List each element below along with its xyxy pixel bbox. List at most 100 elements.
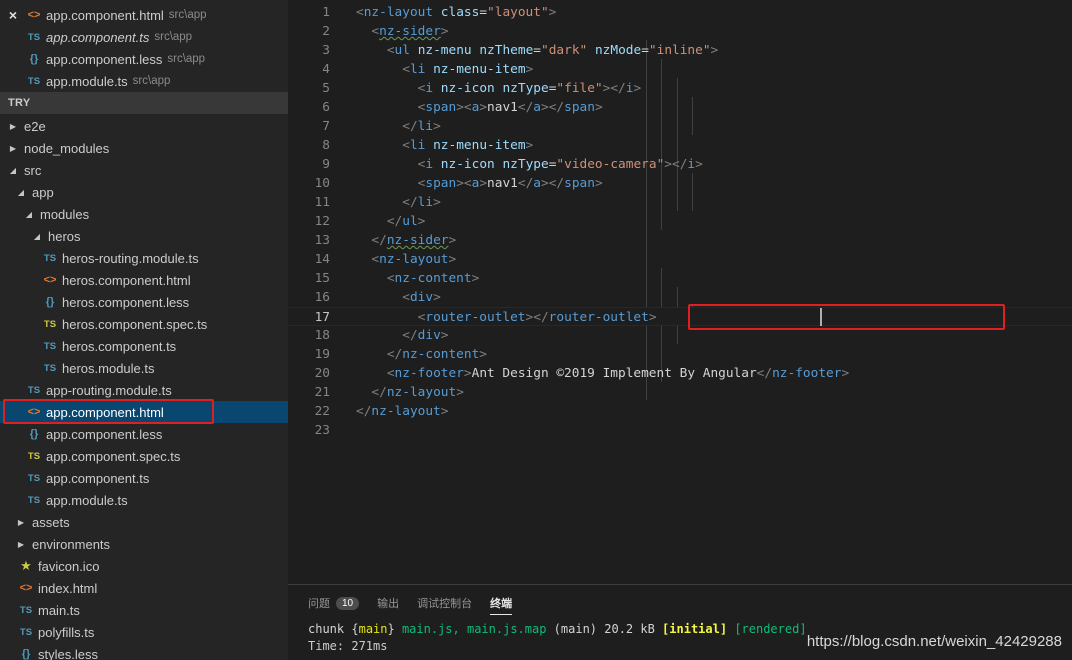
code-line[interactable]: 5 <i nz-icon nzType="file"></i>	[288, 79, 1072, 98]
code-token: >	[594, 100, 603, 115]
open-editor-item[interactable]: × <> app.component.html src\app	[0, 4, 288, 26]
ts-file-icon: TS	[19, 604, 33, 616]
open-editor-item[interactable]: {} app.component.less src\app	[0, 48, 288, 70]
code-token: nz-sider	[386, 233, 449, 248]
tree-file[interactable]: TS heros.module.ts	[0, 357, 288, 379]
tree-file[interactable]: <> index.html	[0, 577, 288, 599]
tree-file[interactable]: TS app-routing.module.ts	[0, 379, 288, 401]
panel-tab[interactable]: 问题 10	[308, 595, 360, 611]
tree-folder[interactable]: ▶ assets	[0, 511, 288, 533]
tree-file[interactable]: TS app.component.spec.ts	[0, 445, 288, 467]
chevron-down-icon[interactable]: ◢	[24, 210, 34, 219]
tree-file[interactable]: TS app.module.ts	[0, 489, 288, 511]
code-line[interactable]: 6 <span><a>nav1</a></span>	[288, 98, 1072, 117]
code-text: <nz-sider>	[356, 22, 448, 41]
code-line[interactable]: 3 <ul nz-menu nzTheme="dark" nzMode="inl…	[288, 41, 1072, 60]
panel-tab[interactable]: 调试控制台	[417, 595, 472, 611]
code-line[interactable]: 7 </li>	[288, 117, 1072, 136]
code-token: span	[425, 100, 457, 115]
code-line[interactable]: 20 <nz-footer>Ant Design ©2019 Implement…	[288, 364, 1072, 383]
code-text: <span><a>nav1</a></span>	[356, 98, 603, 117]
code-line[interactable]: 22 </nz-layout>	[288, 402, 1072, 421]
code-token: >	[433, 290, 441, 305]
tree-file[interactable]: TS heros.component.spec.ts	[0, 313, 288, 335]
tree-folder[interactable]: ◢ heros	[0, 225, 288, 247]
code-token: ></	[525, 310, 549, 325]
chevron-right-icon[interactable]: ▶	[8, 122, 18, 131]
code-token: </	[517, 176, 534, 191]
code-line[interactable]: 23	[288, 421, 1072, 440]
code-token: >	[440, 404, 449, 419]
code-token: >	[433, 195, 441, 210]
code-line[interactable]: 12 </ul>	[288, 212, 1072, 231]
chevron-down-icon[interactable]: ◢	[32, 232, 42, 241]
code-line[interactable]: 19 </nz-content>	[288, 345, 1072, 364]
tree-file[interactable]: {} styles.less	[0, 643, 288, 660]
code-token: <	[386, 43, 395, 58]
code-token: router-outlet	[548, 310, 649, 325]
chevron-down-icon[interactable]: ◢	[8, 166, 18, 175]
tree-folder[interactable]: ◢ app	[0, 181, 288, 203]
code-line[interactable]: 8 <li nz-menu-item>	[288, 136, 1072, 155]
code-token: >	[448, 252, 457, 267]
code-line[interactable]: 2 <nz-sider>	[288, 22, 1072, 41]
code-line[interactable]: 10 <span><a>nav1</a></span>	[288, 174, 1072, 193]
line-number: 11	[314, 195, 330, 210]
explorer-section-header[interactable]: TRY	[0, 92, 288, 114]
code-token: >	[525, 138, 534, 153]
tree-file[interactable]: TS polyfills.ts	[0, 621, 288, 643]
code-token: >	[710, 43, 719, 58]
less-file-icon: {}	[45, 296, 55, 308]
code-line[interactable]: 15 <nz-content>	[288, 269, 1072, 288]
tree-folder[interactable]: ▶ e2e	[0, 115, 288, 137]
line-number: 14	[314, 252, 330, 267]
tree-file[interactable]: TS app.component.ts	[0, 467, 288, 489]
code-line[interactable]: 21 </nz-layout>	[288, 383, 1072, 402]
chevron-right-icon[interactable]: ▶	[8, 144, 18, 153]
chevron-right-icon[interactable]: ▶	[16, 518, 26, 527]
code-line[interactable]: 13 </nz-sider>	[288, 231, 1072, 250]
code-token: >	[479, 347, 488, 362]
code-line[interactable]: 1 <nz-layout class="layout">	[288, 3, 1072, 22]
code-line[interactable]: 11 </li>	[288, 193, 1072, 212]
tree-folder[interactable]: ◢ src	[0, 159, 288, 181]
tree-file[interactable]: {} heros.component.less	[0, 291, 288, 313]
highlight-box	[688, 304, 1005, 330]
open-editor-item[interactable]: TS app.module.ts src\app	[0, 70, 288, 92]
tree-folder[interactable]: ◢ modules	[0, 203, 288, 225]
chevron-right-icon[interactable]: ▶	[16, 540, 26, 549]
tree-file[interactable]: TS heros-routing.module.ts	[0, 247, 288, 269]
code-text: <nz-layout>	[356, 250, 456, 269]
code-editor[interactable]: 1 <nz-layout class="layout"> 2 <nz-sider> 3…	[288, 0, 1072, 584]
code-line[interactable]: 14 <nz-layout>	[288, 250, 1072, 269]
tree-file[interactable]: ★ favicon.ico	[0, 555, 288, 577]
line-number: 21	[314, 385, 330, 400]
panel-tab[interactable]: 输出	[377, 595, 399, 611]
tree-file[interactable]: <> app.component.html	[0, 401, 288, 423]
code-token: nz-layout	[379, 252, 449, 267]
panel-tab[interactable]: 终端	[490, 595, 513, 615]
close-icon[interactable]: ×	[0, 7, 26, 23]
tree-file[interactable]: <> heros.component.html	[0, 269, 288, 291]
code-line[interactable]: 9 <i nz-icon nzType="video-camera"></i>	[288, 155, 1072, 174]
code-line[interactable]: 4 <li nz-menu-item>	[288, 60, 1072, 79]
code-text: </li>	[356, 193, 441, 212]
tree-folder[interactable]: ▶ environments	[0, 533, 288, 555]
code-text: </nz-content>	[356, 345, 487, 364]
favicon-icon: ★	[20, 558, 32, 573]
chevron-down-icon[interactable]: ◢	[16, 188, 26, 197]
line-number: 12	[314, 214, 330, 229]
tree-file[interactable]: {} app.component.less	[0, 423, 288, 445]
tree-folder[interactable]: ▶ node_modules	[0, 137, 288, 159]
code-text: </li>	[356, 117, 441, 136]
tree-file[interactable]: TS main.ts	[0, 599, 288, 621]
open-editor-item[interactable]: TS app.component.ts src\app	[0, 26, 288, 48]
tree-file[interactable]: TS heros.component.ts	[0, 335, 288, 357]
